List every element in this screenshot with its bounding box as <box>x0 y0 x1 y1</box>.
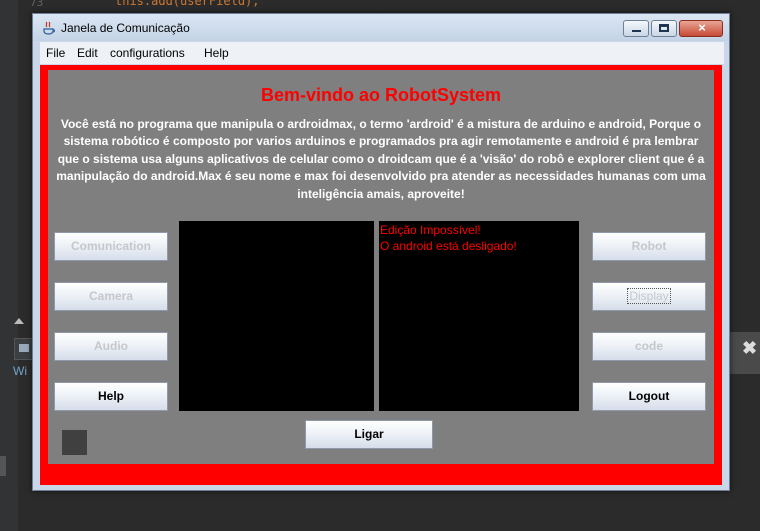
display-button[interactable]: Display <box>592 282 706 311</box>
maximize-icon <box>659 24 669 32</box>
ide-gutter <box>0 0 18 531</box>
help-button[interactable]: Help <box>54 382 168 411</box>
code-button[interactable]: code <box>592 332 706 361</box>
minimize-button[interactable] <box>623 20 649 37</box>
communication-window: Janela de Comunicação × File Edit config… <box>32 13 730 491</box>
minimize-icon <box>632 30 641 32</box>
log-line-1: Edição Impossível! <box>380 223 481 237</box>
ide-scroll-marker <box>0 456 6 476</box>
ide-collapse-arrow-icon[interactable] <box>14 318 24 324</box>
log-line-2: O android está desligado! <box>380 239 517 253</box>
display-button-label: Display <box>627 288 671 304</box>
menu-file[interactable]: File <box>46 46 65 60</box>
camera-screen <box>179 221 374 411</box>
comunication-button[interactable]: Comunication <box>54 232 168 261</box>
menu-bar: File Edit configurations Help <box>40 42 724 64</box>
robot-button[interactable]: Robot <box>592 232 706 261</box>
ide-close-icon[interactable]: ✖ <box>742 338 757 359</box>
audio-button[interactable]: Audio <box>54 332 168 361</box>
main-panel: Bem-vindo ao RobotSystem Você está no pr… <box>48 70 714 464</box>
ligar-button[interactable]: Ligar <box>305 420 433 449</box>
ide-code-line: this.add(userField); <box>115 0 260 8</box>
ide-line-number: 73 <box>30 0 44 9</box>
welcome-heading: Bem-vindo ao RobotSystem <box>260 85 502 105</box>
menu-configurations[interactable]: configurations <box>110 46 185 60</box>
menu-help[interactable]: Help <box>204 46 229 60</box>
ide-panel-icon[interactable] <box>14 338 34 360</box>
title-bar[interactable]: Janela de Comunicação × <box>33 14 729 41</box>
camera-button[interactable]: Camera <box>54 282 168 311</box>
menu-edit[interactable]: Edit <box>77 46 98 60</box>
close-icon: × <box>698 20 706 35</box>
ide-code-area <box>0 0 760 12</box>
close-button[interactable]: × <box>679 20 723 37</box>
ide-tab-label[interactable]: Wi <box>13 364 27 378</box>
maximize-button[interactable] <box>651 20 677 37</box>
java-icon <box>43 21 55 35</box>
description-text: Você está no programa que manipula o ard… <box>56 117 706 201</box>
logout-button[interactable]: Logout <box>592 382 706 411</box>
log-screen: Edição Impossível! O android está deslig… <box>379 221 579 411</box>
content-frame: Bem-vindo ao RobotSystem Você está no pr… <box>40 65 722 485</box>
status-indicator <box>62 430 87 455</box>
window-title: Janela de Comunicação <box>61 21 190 35</box>
